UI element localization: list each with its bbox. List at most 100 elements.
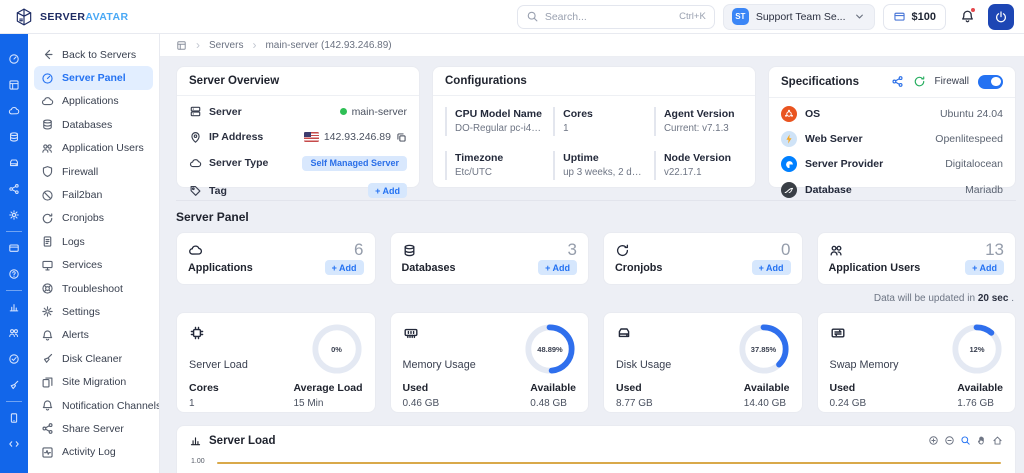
notification-dot (970, 7, 976, 13)
monitor-icon (41, 259, 54, 272)
rail-item-storage[interactable] (0, 150, 28, 176)
refresh-icon[interactable] (913, 75, 926, 88)
zoom-in-icon[interactable] (928, 435, 939, 446)
gauge-card-server-load: Server Load 0% Cores1 Average Load15 Min (176, 312, 376, 413)
global-search[interactable]: Ctrl+K (517, 5, 715, 29)
activity-icon (41, 446, 54, 459)
rail-item-code[interactable] (0, 431, 28, 457)
rail-item-cloud[interactable] (0, 98, 28, 124)
server-cube-icon (14, 7, 34, 27)
stat-card-databases: 3 Databases+ Add (390, 232, 590, 285)
credits-amount: $100 (912, 11, 936, 23)
stat-card-application-users: 13 Application Users+ Add (817, 232, 1017, 285)
pan-hand-icon[interactable] (976, 435, 987, 446)
notifications-button[interactable] (954, 4, 980, 30)
server-name-value: main-server (340, 106, 407, 118)
sidebar-item-application-users[interactable]: Application Users (34, 137, 153, 160)
status-dot (340, 108, 347, 115)
sidebar-item-databases[interactable]: Databases (34, 113, 153, 136)
sidebar-item-site-migration[interactable]: Site Migration (34, 370, 153, 393)
gauge-icon (41, 72, 54, 85)
brand-logo[interactable]: SERVERAVATAR (10, 7, 160, 27)
network-icon (8, 183, 20, 195)
reset-home-icon[interactable] (992, 435, 1003, 446)
sidebar-item-logs[interactable]: Logs (34, 230, 153, 253)
sidebar-item-notification-channels[interactable]: Notification Channels (34, 394, 153, 417)
spec-row-database: Database Mariadb (769, 177, 1015, 202)
sidebar-item-server-panel[interactable]: Server Panel (34, 66, 153, 89)
rail-item-team[interactable] (0, 320, 28, 346)
sidebar-item-share-server[interactable]: Share Server (34, 417, 153, 440)
rail-item-cleaner[interactable] (0, 372, 28, 398)
zoom-out-icon[interactable] (944, 435, 955, 446)
share-icon[interactable] (891, 75, 904, 88)
rail-item-settings[interactable] (0, 202, 28, 228)
share-icon (41, 422, 54, 435)
sidebar-item-back-to-servers[interactable]: Back to Servers (34, 43, 153, 66)
sidebar-item-fail2ban[interactable]: Fail2ban (34, 183, 153, 206)
broom-icon (41, 352, 54, 365)
credits-button[interactable]: $100 (883, 4, 946, 30)
users-icon (829, 243, 844, 258)
migrate-icon (41, 376, 54, 389)
sidebar-item-activity-log[interactable]: Activity Log (34, 441, 153, 464)
databases-count: 3 (568, 241, 577, 258)
stat-card-cronjobs: 0 Cronjobs+ Add (603, 232, 803, 285)
rail-item-dashboard[interactable] (0, 46, 28, 72)
selection-zoom-icon[interactable] (960, 435, 971, 446)
sidebar-item-firewall[interactable]: Firewall (34, 160, 153, 183)
rail-item-help[interactable] (0, 261, 28, 287)
chart-plot-area[interactable]: 1.00 (191, 453, 1003, 473)
wallet-card-icon (893, 10, 906, 23)
rail-item-status[interactable] (0, 346, 28, 372)
breadcrumb-separator: › (252, 38, 256, 52)
power-button[interactable] (988, 4, 1014, 30)
tag-icon (189, 184, 202, 197)
breadcrumb-servers[interactable]: Servers (209, 40, 243, 51)
sidebar-item-settings[interactable]: Settings (34, 300, 153, 323)
rail-item-network[interactable] (0, 176, 28, 202)
account-switcher[interactable]: ST Support Team Se... (723, 4, 875, 30)
stat-card-applications: 6 Applications+ Add (176, 232, 376, 285)
sidebar-item-disk-cleaner[interactable]: Disk Cleaner (34, 347, 153, 370)
add-application-user-button[interactable]: + Add (965, 260, 1004, 275)
spec-row-server-provider: Server Provider Digitalocean (769, 152, 1015, 177)
config-cores: Cores1 (553, 107, 644, 136)
search-icon (526, 10, 539, 23)
add-tag-button[interactable]: + Add (368, 183, 407, 198)
sidebar-item-troubleshoot[interactable]: Troubleshoot (34, 277, 153, 300)
server-overview-title: Server Overview (177, 67, 419, 96)
config-timezone: TimezoneEtc/UTC (445, 151, 543, 180)
config-cpu-model: CPU Model NameDO-Regular pc-i440fx-6.1 C… (445, 107, 543, 136)
brand-name: SERVERAVATAR (40, 11, 128, 23)
add-cronjob-button[interactable]: + Add (752, 260, 791, 275)
copy-icon[interactable] (396, 132, 407, 143)
ban-icon (41, 189, 54, 202)
sidebar-item-cronjobs[interactable]: Cronjobs (34, 207, 153, 230)
rail-item-panels[interactable] (0, 72, 28, 98)
rail-item-analytics[interactable] (0, 294, 28, 320)
breadcrumb-current-server[interactable]: main-server (142.93.246.89) (265, 40, 391, 51)
chart-reference-line (217, 462, 1001, 464)
application-users-count: 13 (985, 241, 1004, 258)
rail-item-devices[interactable] (0, 405, 28, 431)
firewall-toggle[interactable] (978, 75, 1003, 89)
rail-item-billing[interactable] (0, 235, 28, 261)
billing-card-icon (8, 242, 20, 254)
applications-count: 6 (354, 241, 363, 258)
add-application-button[interactable]: + Add (325, 260, 364, 275)
rail-item-database[interactable] (0, 124, 28, 150)
code-icon (8, 438, 20, 450)
users-icon (41, 142, 54, 155)
refresh-icon (615, 243, 630, 258)
sidebar-item-applications[interactable]: Applications (34, 90, 153, 113)
refresh-countdown: Data will be updated in 20 sec . (176, 293, 1014, 304)
sidebar-item-services[interactable]: Services (34, 254, 153, 277)
sidebar-item-alerts[interactable]: Alerts (34, 324, 153, 347)
global-search-input[interactable] (545, 11, 673, 23)
ip-value: 142.93.246.89 (304, 131, 407, 143)
cloud-icon (189, 157, 202, 170)
add-database-button[interactable]: + Add (538, 260, 577, 275)
overview-row-tag: Tag + Add (177, 177, 419, 204)
configurations-card: Configurations CPU Model NameDO-Regular … (432, 66, 756, 188)
